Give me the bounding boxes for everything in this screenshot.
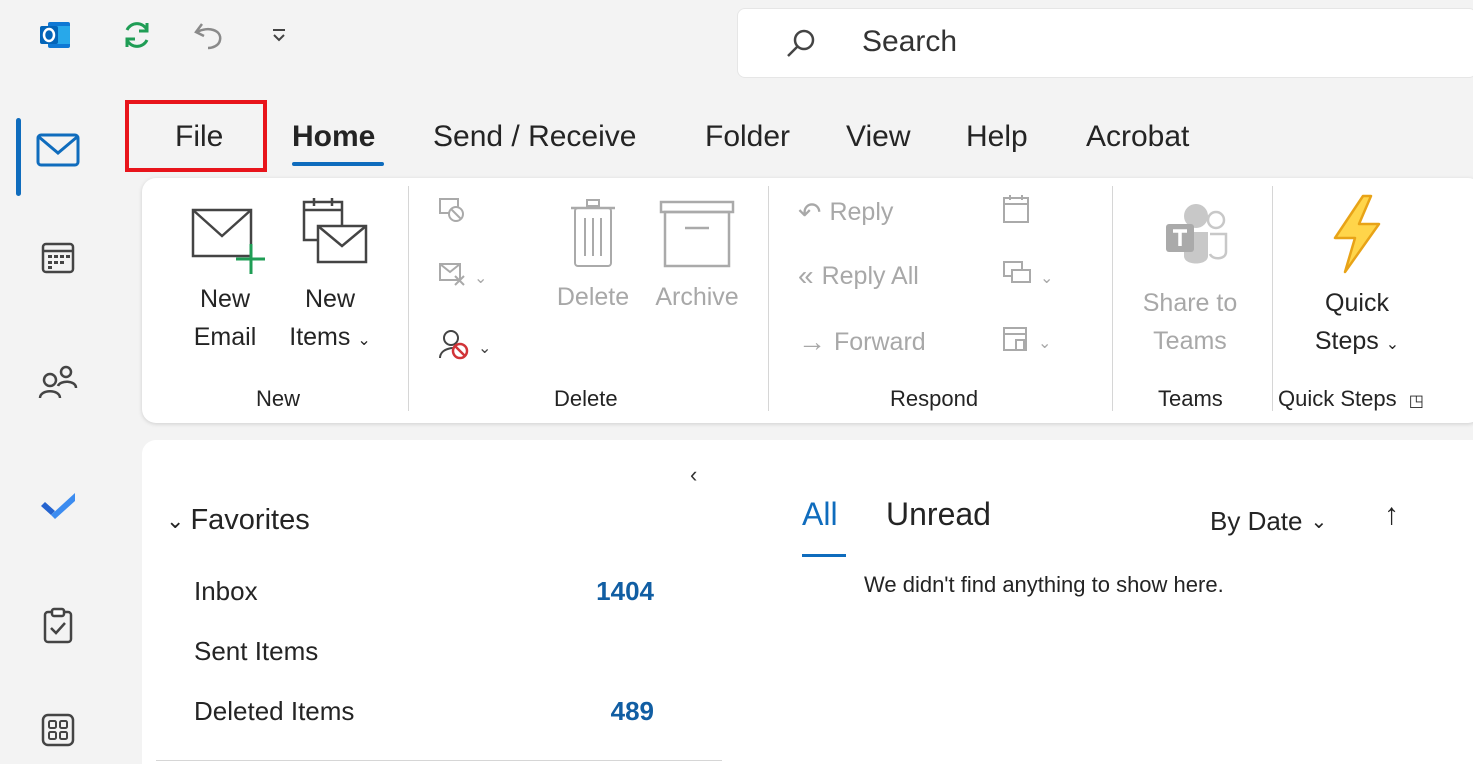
tab-send-receive[interactable]: Send / Receive xyxy=(433,120,636,154)
group-label-delete: Delete xyxy=(554,386,618,411)
chevron-down-icon: ⌄ xyxy=(1385,336,1400,353)
undo-icon[interactable] xyxy=(192,18,226,52)
share-to-teams-button[interactable]: Share to Teams xyxy=(1130,194,1250,360)
nav-active-indicator xyxy=(16,118,21,196)
unread-count: 489 xyxy=(610,696,654,726)
active-tab-indicator xyxy=(292,162,384,166)
sort-by-dropdown[interactable]: By Date ⌄ xyxy=(1210,506,1327,537)
group-label-new: New xyxy=(256,386,301,411)
new-email-button[interactable]: New Email xyxy=(180,200,270,356)
chevron-down-icon: ⌄ xyxy=(478,339,492,357)
tab-view[interactable]: View xyxy=(846,120,910,154)
mail-icon[interactable] xyxy=(30,122,86,178)
block-sender-icon xyxy=(438,328,470,367)
chevron-down-icon: ⌄ xyxy=(357,332,371,349)
tab-help[interactable]: Help xyxy=(966,120,1028,154)
file-tab-highlight-box xyxy=(125,100,267,172)
ribbon-separator xyxy=(768,186,769,411)
outlook-logo-icon xyxy=(38,18,72,52)
forward-button[interactable]: → Forward xyxy=(798,326,926,358)
meeting-reply-icon xyxy=(1002,194,1030,231)
delete-button[interactable]: Delete xyxy=(538,198,648,316)
empty-state-text: We didn't find anything to show here. xyxy=(864,572,1224,597)
title-bar: Search xyxy=(0,0,1473,78)
group-label-teams: Teams xyxy=(1158,386,1223,411)
tab-folder[interactable]: Folder xyxy=(705,120,790,154)
folder-item-inbox[interactable]: Inbox xyxy=(194,576,258,607)
folder-item-sent-items[interactable]: Sent Items xyxy=(194,636,318,667)
reply-all-icon: « xyxy=(798,260,814,291)
apps-icon[interactable] xyxy=(30,702,86,758)
app-nav xyxy=(0,88,120,764)
search-box[interactable]: Search xyxy=(737,8,1473,78)
todo-icon[interactable] xyxy=(30,478,86,534)
forward-icon: → xyxy=(798,326,826,357)
message-list: All Unread By Date ⌄ ↑ We didn't find an… xyxy=(732,440,1473,764)
chevron-down-icon: ⌄ xyxy=(474,269,488,287)
active-filter-indicator xyxy=(802,554,846,557)
customize-icon[interactable] xyxy=(262,18,296,52)
filter-tab-all[interactable]: All xyxy=(802,496,838,533)
ribbon-separator xyxy=(1272,186,1273,411)
reply-icon: ↶ xyxy=(798,197,822,228)
ribbon: New Email New Items ⌄ New ⌄ ⌄ Delete Arc… xyxy=(142,178,1473,423)
chevron-down-icon: ⌄ xyxy=(166,507,185,533)
cleanup-button[interactable]: ⌄ xyxy=(438,260,487,295)
teams-icon xyxy=(1130,194,1250,284)
unread-count: 1404 xyxy=(596,576,654,606)
tab-home[interactable]: Home xyxy=(292,120,375,154)
divider xyxy=(156,760,722,761)
im-button[interactable]: ⌄ xyxy=(1002,260,1053,295)
search-icon xyxy=(784,27,818,69)
ignore-icon xyxy=(438,196,466,231)
archive-icon xyxy=(642,198,752,278)
cleanup-icon xyxy=(438,260,466,295)
people-icon[interactable] xyxy=(30,354,86,410)
chevron-down-icon: ⌄ xyxy=(1040,269,1054,287)
ribbon-separator xyxy=(1112,186,1113,411)
new-items-button[interactable]: New Items ⌄ xyxy=(280,196,380,360)
ignore-button[interactable] xyxy=(438,196,466,231)
tab-acrobat[interactable]: Acrobat xyxy=(1086,120,1189,154)
filter-tab-unread[interactable]: Unread xyxy=(886,496,991,533)
calendar-icon[interactable] xyxy=(30,230,86,286)
chevron-down-icon: ⌄ xyxy=(1038,334,1052,352)
archive-button[interactable]: Archive xyxy=(642,198,752,316)
ribbon-separator xyxy=(408,186,409,411)
tasks-icon[interactable] xyxy=(30,598,86,654)
group-label-quick-steps: Quick Steps ◳ xyxy=(1278,386,1424,411)
block-sender-button[interactable]: ⌄ xyxy=(438,328,491,367)
quick-steps-button[interactable]: Quick Steps ⌄ xyxy=(1302,194,1412,364)
folder-pane: ‹ ⌄ Favorites Inbox 1404 Sent Items Dele… xyxy=(142,440,732,764)
lightning-icon xyxy=(1302,194,1412,284)
meeting-button[interactable] xyxy=(1002,194,1030,231)
group-label-respond: Respond xyxy=(890,386,979,411)
dialog-launcher-icon[interactable]: ◳ xyxy=(1409,393,1424,410)
reply-button[interactable]: ↶ Reply xyxy=(798,196,893,229)
trash-icon xyxy=(538,198,648,278)
more-respond-button[interactable]: ⌄ xyxy=(1002,324,1051,361)
new-email-icon xyxy=(180,200,270,280)
folder-item-deleted-items[interactable]: Deleted Items xyxy=(194,696,354,727)
sort-direction-icon[interactable]: ↑ xyxy=(1384,498,1399,532)
sync-icon[interactable] xyxy=(120,18,154,52)
search-placeholder: Search xyxy=(862,25,958,58)
more-respond-icon xyxy=(1002,324,1030,361)
collapse-pane-icon[interactable]: ‹ xyxy=(690,462,697,488)
chevron-down-icon: ⌄ xyxy=(1310,511,1328,533)
favorites-header[interactable]: ⌄ Favorites xyxy=(166,504,310,537)
chat-icon xyxy=(1002,260,1032,295)
reply-all-button[interactable]: « Reply All xyxy=(798,260,919,292)
new-items-icon xyxy=(280,196,380,280)
